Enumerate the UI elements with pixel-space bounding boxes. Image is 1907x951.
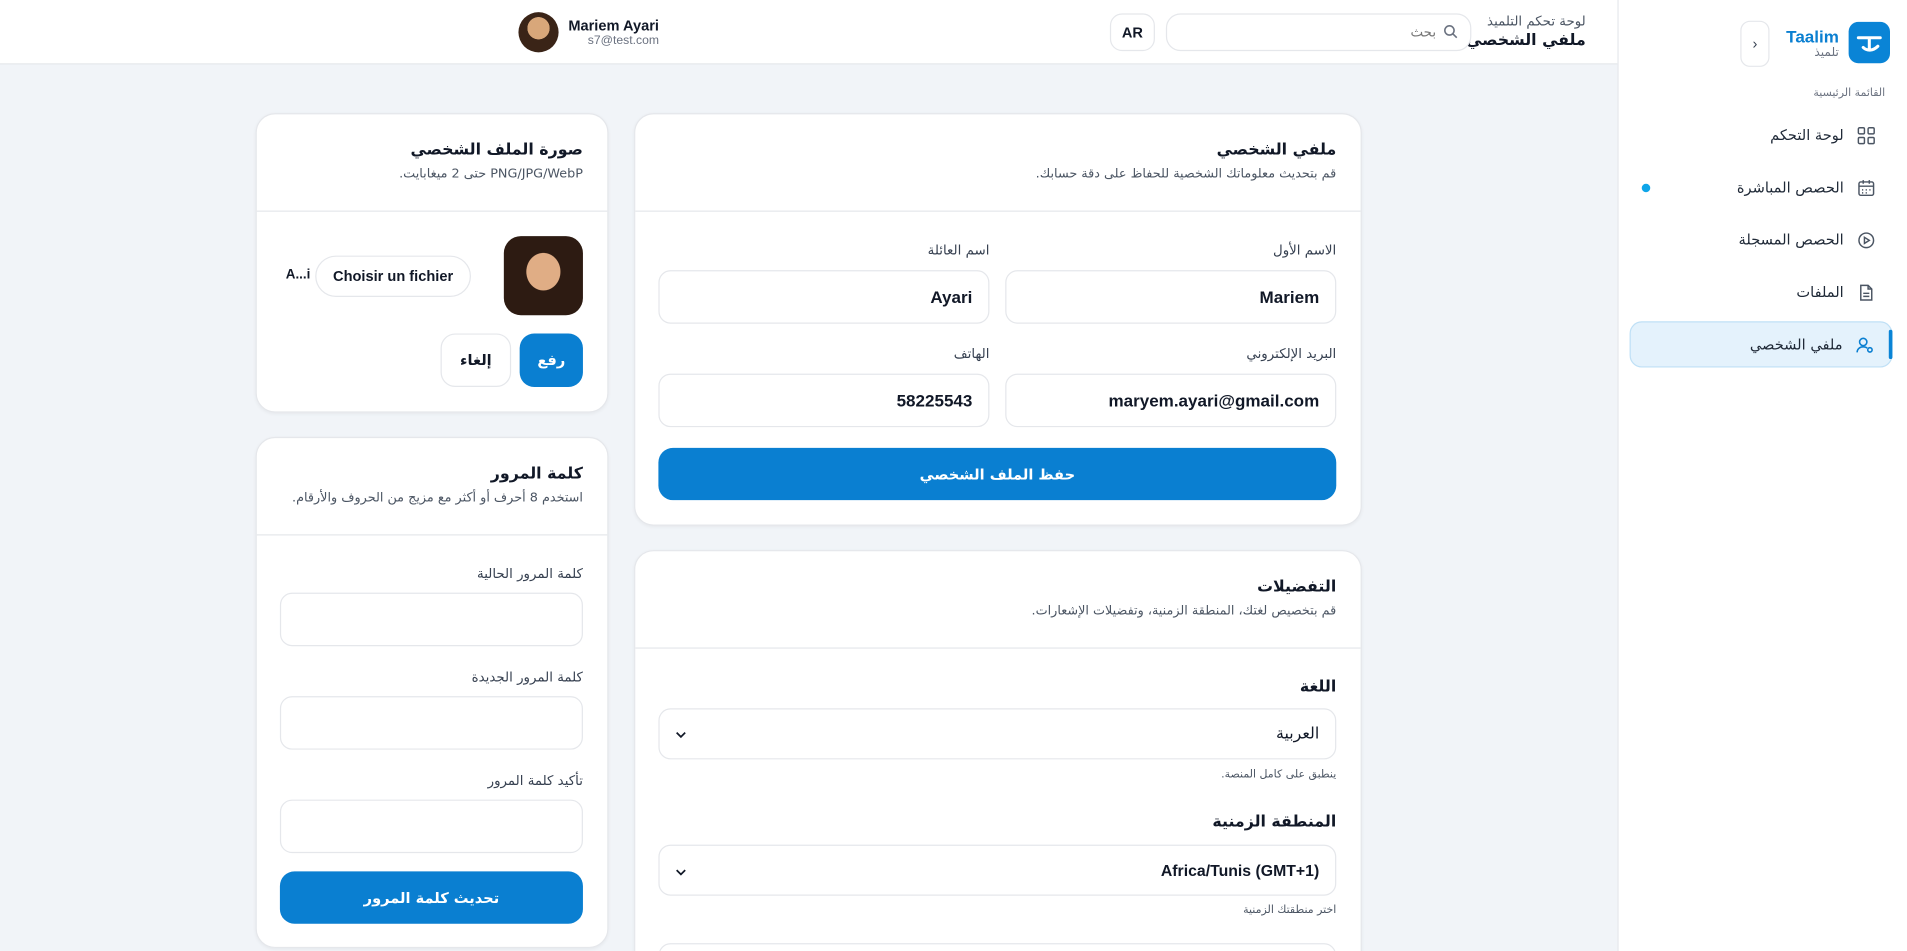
brand-subtitle: تلميذ <box>1814 45 1839 60</box>
email-label: البريد الإلكتروني <box>1246 345 1337 362</box>
last-name-field[interactable] <box>658 270 990 324</box>
search-icon <box>1443 21 1458 44</box>
timezone-label: المنطقة الزمنية <box>1212 812 1337 832</box>
phone-field[interactable] <box>658 373 990 428</box>
save-profile-button[interactable]: حفظ الملف الشخصي <box>658 447 1337 501</box>
timezone-hint: اختر منطقتك الزمنية <box>1243 904 1337 917</box>
sidebar-item-dashboard[interactable]: لوحة التحكم <box>1630 112 1893 158</box>
confirm-password-label: تأكيد كلمة المرور <box>487 772 583 789</box>
breadcrumb-parent: لوحة تحكم التلميذ <box>1487 13 1586 30</box>
photo-card-description: PNG/JPG/WebP حتى 2 ميغابايت. <box>399 166 583 182</box>
sidebar-item-profile[interactable]: ملفي الشخصي <box>1629 321 1893 368</box>
selected-file-name: A...i <box>285 267 311 283</box>
email-input[interactable] <box>1022 390 1320 411</box>
first-name-label: الاسم الأول <box>1272 242 1337 259</box>
preferences-card-description: قم بتخصيص لغتك، المنطقة الزمنية، وتفضيلا… <box>1031 603 1337 619</box>
first-name-field[interactable] <box>1005 270 1337 324</box>
avatar <box>518 12 559 53</box>
profile-card-description: قم بتحديث معلوماتك الشخصية للحفاظ على دق… <box>1035 166 1337 182</box>
profile-card-title: ملفي الشخصي <box>1216 141 1337 160</box>
last-name-input[interactable] <box>675 287 973 307</box>
sidebar-item-label: لوحة التحكم <box>1770 126 1844 144</box>
first-name-input[interactable] <box>1022 287 1320 307</box>
current-password-field[interactable] <box>279 592 583 647</box>
language-switch-button[interactable]: AR <box>1109 13 1155 52</box>
choose-file-button[interactable]: Choisir un fichier <box>315 255 471 297</box>
password-card-title: كلمة المرور <box>490 464 583 484</box>
brand[interactable]: Taalim تلميذ <box>1786 21 1891 64</box>
language-select[interactable]: العربية <box>658 708 1337 760</box>
email-field[interactable] <box>1005 373 1337 428</box>
cancel-upload-button[interactable]: إلغاء <box>440 333 512 388</box>
preferences-card: التفضيلات قم بتخصيص لغتك، المنطقة الزمني… <box>634 550 1362 951</box>
logo-icon <box>1848 21 1891 64</box>
last-name-label: اسم العائلة <box>927 242 990 259</box>
menu-section-title: القائمة الرئيسية <box>1813 87 1886 100</box>
sidebar-item-live-sessions[interactable]: الحصص المباشرة <box>1630 164 1893 210</box>
grid-icon <box>1856 125 1875 144</box>
calendar-icon <box>1856 178 1875 197</box>
chevron-down-icon <box>675 725 686 743</box>
photo-card-title: صورة الملف الشخصي <box>410 141 583 160</box>
chevron-down-icon <box>675 861 686 879</box>
profile-photo-card: صورة الملف الشخصي PNG/JPG/WebP حتى 2 ميغ… <box>255 113 609 413</box>
file-icon <box>1856 282 1875 301</box>
sidebar-item-label: الحصص المسجلة <box>1738 231 1844 249</box>
timezone-select[interactable]: Africa/Tunis (GMT+1) <box>658 844 1337 896</box>
phone-label: الهاتف <box>953 345 990 362</box>
profile-card: ملفي الشخصي قم بتحديث معلوماتك الشخصية ل… <box>634 113 1362 526</box>
user-menu[interactable]: Mariem Ayari s7@test.com <box>518 12 659 53</box>
search-input[interactable] <box>1179 24 1437 41</box>
password-card: كلمة المرور استخدم 8 أحرف أو أكثر مع مزي… <box>255 436 609 949</box>
current-password-label: كلمة المرور الحالية <box>477 565 583 582</box>
confirm-password-field[interactable] <box>279 799 583 854</box>
new-password-label: كلمة المرور الجديدة <box>471 669 583 686</box>
sidebar-item-recorded-sessions[interactable]: الحصص المسجلة <box>1630 217 1893 263</box>
sidebar-item-label: الحصص المباشرة <box>1736 178 1844 196</box>
language-hint: ينطبق على كامل المنصة. <box>1221 769 1337 782</box>
new-password-field[interactable] <box>279 696 583 750</box>
language-selected-value: العربية <box>1275 724 1320 743</box>
brand-name: Taalim <box>1786 26 1839 46</box>
language-label: اللغة <box>1299 677 1337 697</box>
play-circle-icon <box>1856 230 1875 249</box>
phone-input[interactable] <box>675 390 973 411</box>
live-indicator-dot <box>1641 183 1651 193</box>
update-password-button[interactable]: تحديث كلمة المرور <box>279 871 583 924</box>
preferences-card-title: التفضيلات <box>1257 578 1337 597</box>
timezone-selected-value: Africa/Tunis (GMT+1) <box>1160 861 1320 880</box>
chevron-left-icon: ‹ <box>1752 35 1758 53</box>
profile-photo-preview <box>503 236 583 316</box>
next-preference-field[interactable] <box>658 943 1337 951</box>
sidebar-item-label: ملفي الشخصي <box>1749 335 1843 353</box>
top-bar: لوحة تحكم التلميذ ملفي الشخصي AR Mariem … <box>0 0 1618 65</box>
user-icon <box>1855 335 1874 354</box>
upload-button[interactable]: رفع <box>519 333 583 388</box>
confirm-password-input[interactable] <box>296 816 566 837</box>
user-email: s7@test.com <box>587 34 659 48</box>
breadcrumb: لوحة تحكم التلميذ ملفي الشخصي <box>1466 13 1586 50</box>
sidebar-item-files[interactable]: الملفات <box>1630 269 1893 315</box>
current-password-input[interactable] <box>296 609 566 630</box>
new-password-input[interactable] <box>296 713 566 733</box>
sidebar-collapse-button[interactable]: ‹ <box>1740 20 1770 67</box>
search-box[interactable] <box>1165 13 1472 52</box>
page-title: ملفي الشخصي <box>1466 31 1586 50</box>
sidebar-nav: لوحة التحكم الحصص المباشرة الحصص المسجلة… <box>1629 112 1893 374</box>
sidebar-item-label: الملفات <box>1796 283 1844 301</box>
user-name: Mariem Ayari <box>568 17 659 35</box>
sidebar: Taalim تلميذ ‹ القائمة الرئيسية لوحة الت… <box>1617 0 1907 951</box>
password-card-description: استخدم 8 أحرف أو أكثر مع مزيج من الحروف … <box>292 490 583 506</box>
